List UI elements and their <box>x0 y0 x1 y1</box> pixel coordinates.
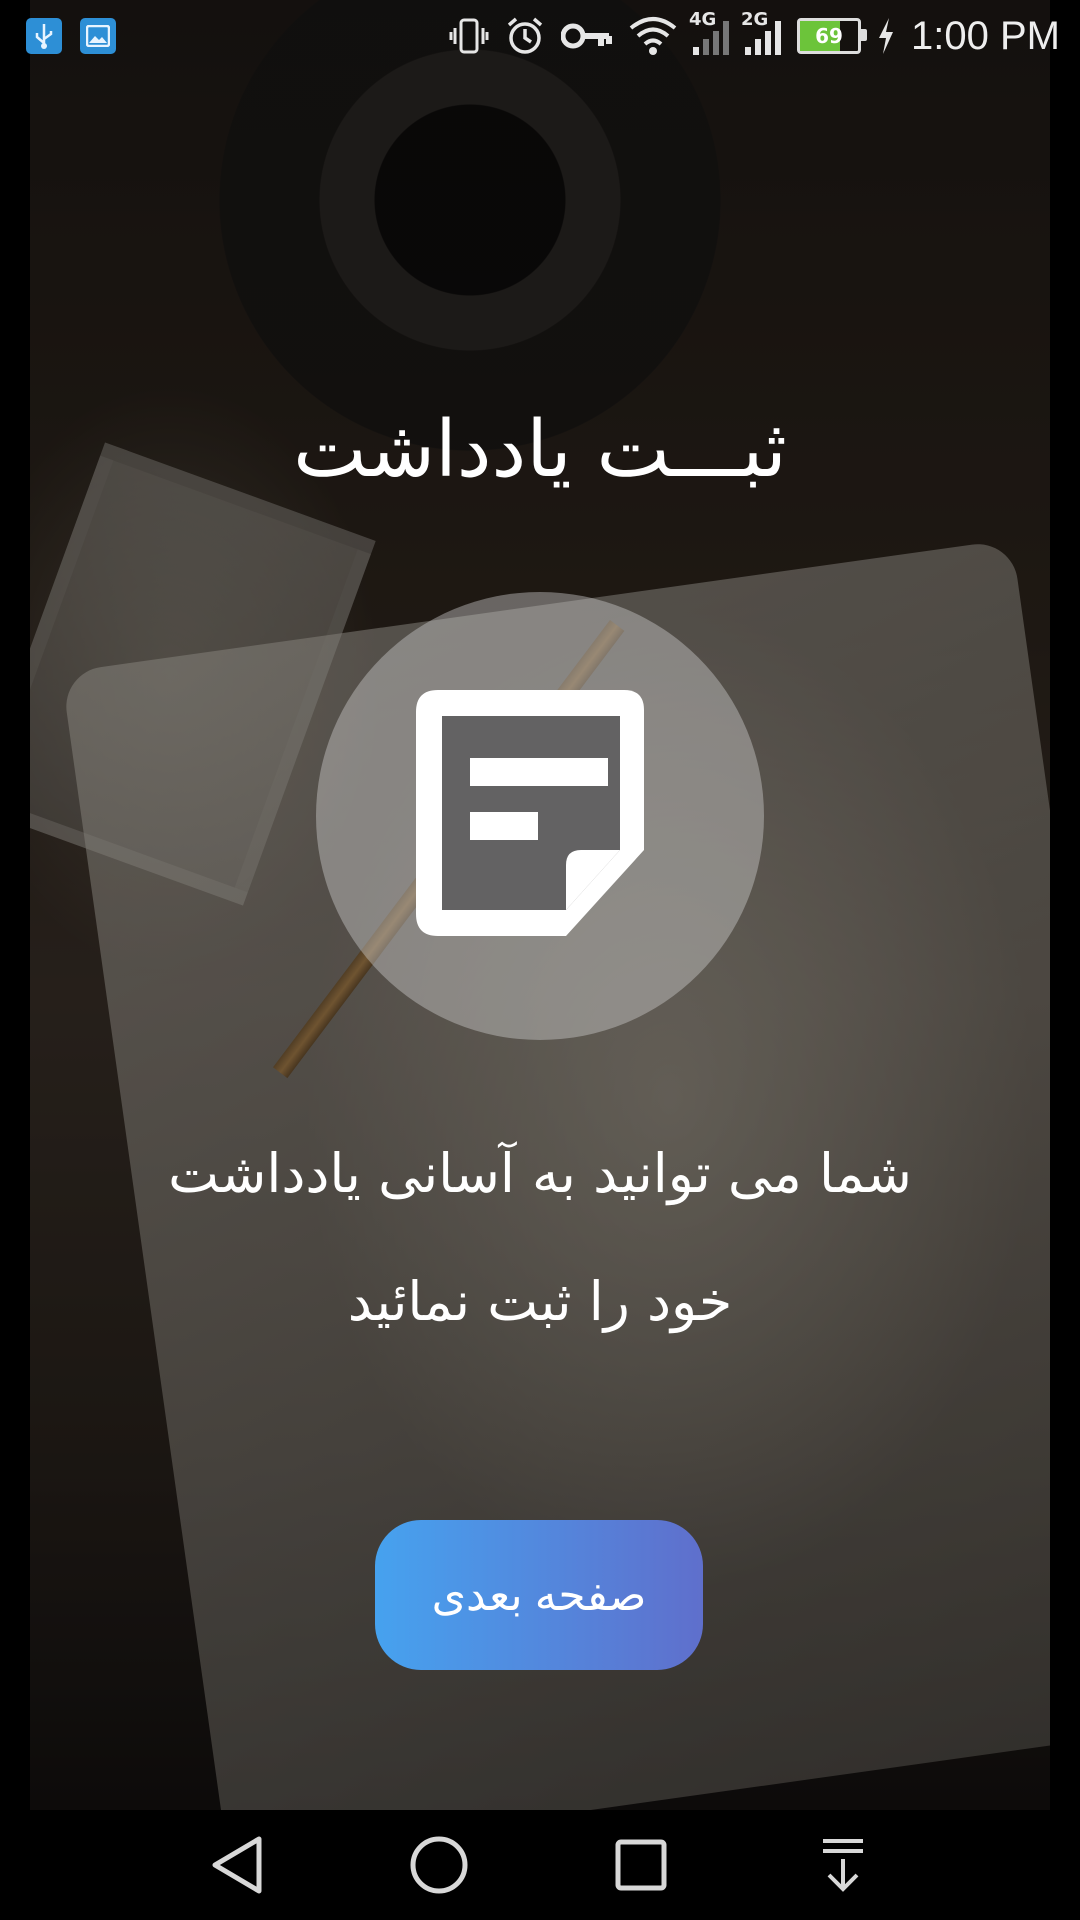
description-line-2: خود را ثبت نمائید <box>347 1270 733 1333</box>
gallery-icon <box>80 18 116 54</box>
status-bar: 4G 2G 69 1:00 PM <box>0 0 1080 72</box>
alarm-icon <box>507 17 543 54</box>
status-left-icons <box>26 18 116 54</box>
recents-button[interactable] <box>605 1829 677 1901</box>
status-right-icons: 4G 2G 69 1:00 PM <box>449 9 1060 59</box>
next-page-button[interactable]: صفحه بعدی <box>375 1520 703 1670</box>
signal-4g-icon: 4G <box>689 9 730 55</box>
note-icon-circle <box>316 592 764 1040</box>
system-nav-bar <box>0 1810 1080 1920</box>
page-title: ثبـــت یادداشت <box>293 405 787 495</box>
vpn-key-icon <box>561 23 613 49</box>
home-icon <box>410 1836 468 1894</box>
wifi-icon <box>629 17 677 55</box>
note-icon <box>416 690 644 936</box>
vibrate-icon <box>449 18 489 54</box>
charging-icon <box>879 18 894 54</box>
battery-level-text: 69 <box>815 24 843 48</box>
back-button[interactable] <box>201 1829 273 1901</box>
status-time: 1:00 PM <box>911 13 1060 58</box>
network-4g-label: 4G <box>689 9 717 30</box>
home-button[interactable] <box>403 1829 475 1901</box>
signal-2g-icon: 2G <box>741 9 782 55</box>
back-icon <box>212 1836 262 1894</box>
notification-pull-button[interactable] <box>807 1829 879 1901</box>
notification-pull-icon <box>823 1839 863 1892</box>
network-2g-label: 2G <box>741 9 769 30</box>
description-line-1: شما می توانید به آسانی یادداشت <box>168 1142 912 1205</box>
recents-icon <box>615 1839 667 1891</box>
onboarding-description: شما می توانید به آسانی یادداشت خود را ثب… <box>0 1110 1080 1366</box>
battery-icon: 69 <box>797 18 868 54</box>
usb-icon <box>26 18 62 54</box>
